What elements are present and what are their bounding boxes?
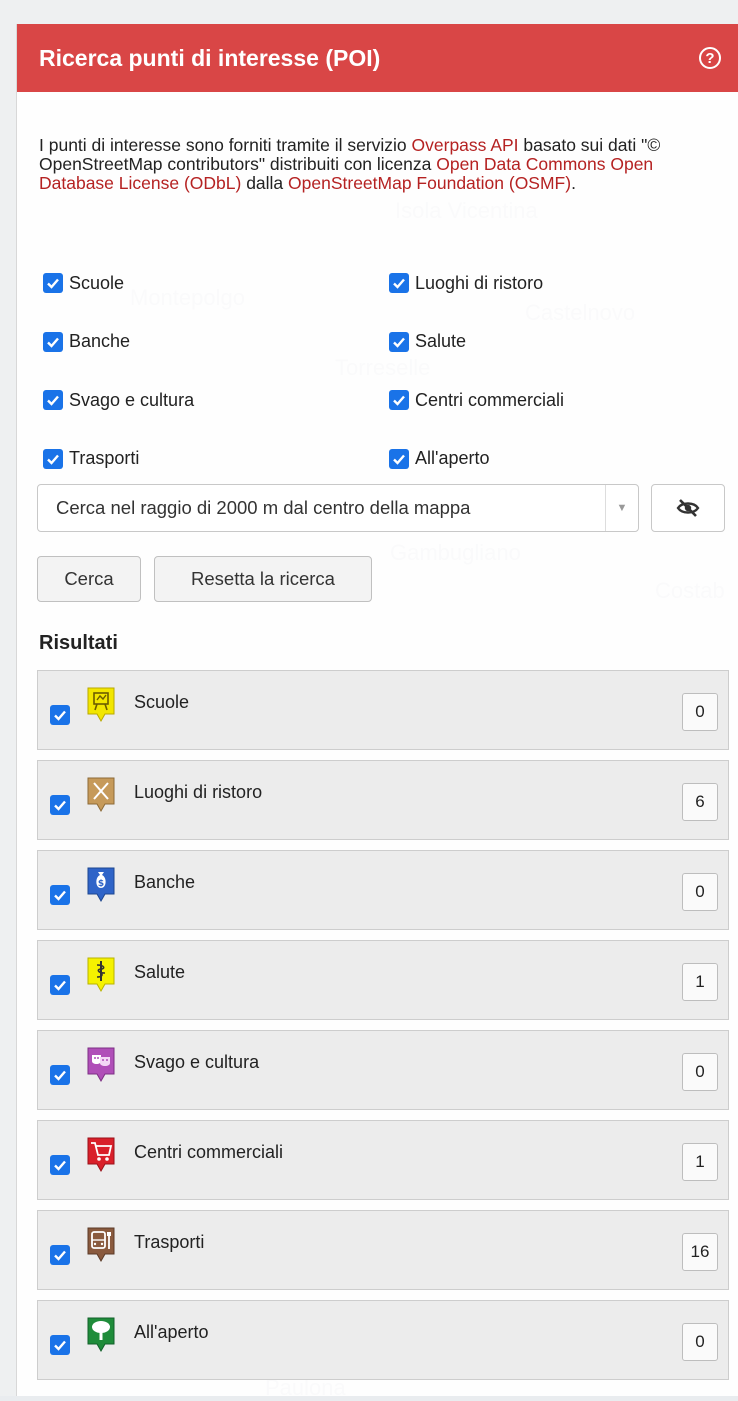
- eye-off-icon: [676, 499, 700, 517]
- category-salute[interactable]: Salute: [389, 313, 719, 372]
- reset-search-button[interactable]: Resetta la ricerca: [154, 556, 372, 602]
- result-row-trasporti: Trasporti 16: [37, 1210, 729, 1290]
- category-label: Svago e cultura: [69, 389, 195, 410]
- checkbox-checked[interactable]: [43, 448, 63, 469]
- category-luoghi-di-ristoro[interactable]: Luoghi di ristoro: [389, 254, 719, 313]
- transport-icon: [87, 1227, 115, 1263]
- search-radius-select[interactable]: Cerca nel raggio di 2000 m dal centro de…: [37, 484, 639, 532]
- svg-text:$: $: [98, 879, 104, 889]
- checkbox-checked[interactable]: [50, 1245, 70, 1265]
- toggle-visibility-button[interactable]: [651, 484, 725, 532]
- category-label: Salute: [415, 331, 467, 352]
- panel-title: Ricerca punti di interesse (POI): [39, 44, 381, 71]
- result-count: 6: [682, 783, 718, 821]
- school-icon: [87, 687, 115, 723]
- result-row-all-aperto: All'aperto 0: [37, 1300, 729, 1380]
- category-trasporti[interactable]: Trasporti: [43, 430, 389, 489]
- culture-icon: [87, 1047, 115, 1083]
- checkbox-checked[interactable]: [50, 795, 70, 815]
- result-row-banche: $ Banche 0: [37, 850, 729, 930]
- result-label: All'aperto: [134, 1322, 209, 1342]
- checkbox-checked[interactable]: [43, 331, 63, 352]
- category-label: Scuole: [69, 272, 125, 293]
- bank-icon: $: [87, 867, 115, 903]
- category-banche[interactable]: Banche: [43, 313, 389, 372]
- tree-icon: [87, 1317, 115, 1353]
- chevron-down-icon[interactable]: ▼: [605, 485, 638, 531]
- category-label: Banche: [69, 331, 131, 352]
- result-count: 1: [682, 963, 718, 1001]
- category-label: Luoghi di ristoro: [415, 272, 544, 293]
- results-list: Scuole 0 Luoghi di ristoro 6 $ Banche 0: [37, 670, 729, 1390]
- search-button[interactable]: Cerca: [37, 556, 141, 602]
- result-label: Banche: [134, 872, 196, 892]
- checkbox-checked[interactable]: [389, 331, 409, 352]
- intro-text-part: I punti di interesse sono forniti tramit…: [39, 135, 412, 155]
- search-radius-value: Cerca nel raggio di 2000 m dal centro de…: [56, 497, 471, 518]
- result-label: Salute: [134, 962, 186, 982]
- shopping-cart-icon: [87, 1137, 115, 1173]
- category-all-aperto[interactable]: All'aperto: [389, 430, 719, 489]
- result-label: Scuole: [134, 692, 190, 712]
- results-heading: Risultati: [39, 632, 118, 654]
- result-row-svago-e-cultura: Svago e cultura 0: [37, 1030, 729, 1110]
- result-label: Centri commerciali: [134, 1142, 284, 1162]
- checkbox-checked[interactable]: [50, 705, 70, 725]
- checkbox-checked[interactable]: [50, 1155, 70, 1175]
- result-row-centri-commerciali: Centri commerciali 1: [37, 1120, 729, 1200]
- checkbox-checked[interactable]: [50, 1065, 70, 1085]
- category-checkbox-grid: Scuole Luoghi di ristoro Banche Salute S…: [43, 254, 723, 488]
- intro-text-part: .: [571, 173, 576, 193]
- category-centri-commerciali[interactable]: Centri commerciali: [389, 371, 719, 430]
- category-label: Centri commerciali: [415, 389, 565, 410]
- category-label: Trasporti: [69, 448, 140, 469]
- result-count: 0: [682, 1053, 718, 1091]
- poi-search-panel: Ricerca punti di interesse (POI) ? I pun…: [16, 24, 738, 1396]
- checkbox-checked[interactable]: [50, 885, 70, 905]
- overpass-api-link[interactable]: Overpass API: [412, 135, 519, 155]
- checkbox-checked[interactable]: [389, 390, 409, 411]
- result-label: Luoghi di ristoro: [134, 782, 263, 802]
- result-label: Trasporti: [134, 1232, 205, 1252]
- category-scuole[interactable]: Scuole: [43, 254, 389, 313]
- result-count: 0: [682, 1323, 718, 1361]
- category-svago-e-cultura[interactable]: Svago e cultura: [43, 371, 389, 430]
- result-row-salute: Salute 1: [37, 940, 729, 1020]
- result-count: 16: [682, 1233, 718, 1271]
- help-circle-icon[interactable]: ?: [699, 47, 721, 69]
- intro-text: I punti di interesse sono forniti tramit…: [39, 136, 725, 193]
- checkbox-checked[interactable]: [389, 273, 409, 294]
- checkbox-checked[interactable]: [43, 273, 63, 294]
- restaurant-icon: [87, 777, 115, 813]
- checkbox-checked[interactable]: [50, 975, 70, 995]
- result-label: Svago e cultura: [134, 1052, 260, 1072]
- checkbox-checked[interactable]: [43, 390, 63, 411]
- checkbox-checked[interactable]: [389, 448, 409, 469]
- result-count: 0: [682, 693, 718, 731]
- intro-text-part: dalla: [241, 173, 289, 193]
- result-count: 1: [682, 1143, 718, 1181]
- checkbox-checked[interactable]: [50, 1335, 70, 1355]
- osmf-link[interactable]: OpenStreetMap Foundation (OSMF): [288, 173, 571, 193]
- health-icon: [87, 957, 115, 993]
- panel-header: Ricerca punti di interesse (POI) ?: [17, 24, 738, 92]
- category-label: All'aperto: [415, 448, 490, 469]
- result-count: 0: [682, 873, 718, 911]
- result-row-scuole: Scuole 0: [37, 670, 729, 750]
- result-row-luoghi-di-ristoro: Luoghi di ristoro 6: [37, 760, 729, 840]
